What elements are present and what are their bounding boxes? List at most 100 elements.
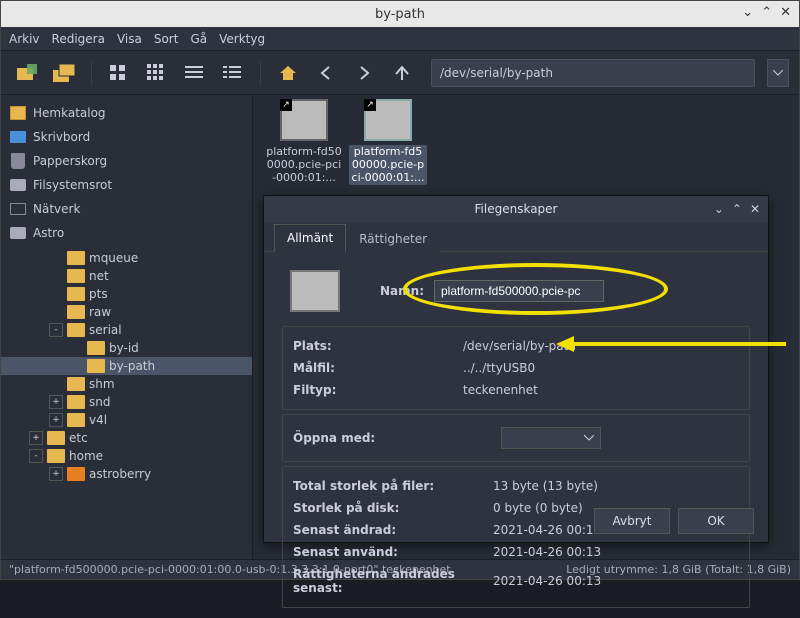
dialog-close-icon[interactable]: ✕ <box>750 202 760 216</box>
menu-verktyg[interactable]: Verktyg <box>219 32 265 46</box>
place-hemkatalog[interactable]: Hemkatalog <box>1 101 252 125</box>
prop-value: teckenenhet <box>463 383 739 397</box>
prop-key: Målfil: <box>293 361 463 375</box>
tree-item-raw[interactable]: raw <box>1 303 252 321</box>
open-with-label: Öppna med: <box>293 431 463 445</box>
close-icon[interactable]: ✕ <box>780 5 791 20</box>
tree-item-mqueue[interactable]: mqueue <box>1 249 252 267</box>
tree-label: shm <box>89 377 115 391</box>
tree-item-by-path[interactable]: by-path <box>1 357 252 375</box>
place-filsystemsrot[interactable]: Filsystemsrot <box>1 173 252 197</box>
view-detail-button[interactable] <box>218 58 248 88</box>
expander-icon[interactable]: - <box>29 449 43 463</box>
path-history-dropdown[interactable] <box>767 59 789 87</box>
tree-item-astroberry[interactable]: +astroberry <box>1 465 252 483</box>
folder-icon <box>87 359 105 373</box>
file-tile[interactable]: ↗ platform-fd500000.pcie-pci-0000:01:... <box>265 99 343 185</box>
tree-item-serial[interactable]: - serial <box>1 321 252 339</box>
tree-label: by-path <box>109 359 155 373</box>
place-label: Hemkatalog <box>33 106 106 120</box>
tree-item-pts[interactable]: pts <box>1 285 252 303</box>
ok-button[interactable]: OK <box>678 508 754 534</box>
tree-item-net[interactable]: net <box>1 267 252 285</box>
tree-label: snd <box>89 395 110 409</box>
dialog-minimize-icon[interactable]: ⌄ <box>714 202 724 216</box>
path-input[interactable]: /dev/serial/by-path <box>431 59 755 87</box>
expander-icon[interactable]: + <box>49 467 63 481</box>
tree-label: net <box>89 269 109 283</box>
dialog-title: Filegenskaper <box>475 202 558 216</box>
toolbar: /dev/serial/by-path <box>1 51 799 95</box>
tree-label: mqueue <box>89 251 138 265</box>
symlink-badge-icon: ↗ <box>280 99 292 111</box>
disk-icon <box>9 176 27 194</box>
place-skrivbord[interactable]: Skrivbord <box>1 125 252 149</box>
tree-item-etc[interactable]: + etc <box>1 429 252 447</box>
tree-label: home <box>69 449 103 463</box>
tab-general[interactable]: Allmänt <box>274 224 346 252</box>
view-icons-button[interactable] <box>104 58 134 88</box>
prop-key: Senast använd: <box>293 545 493 559</box>
expander-icon[interactable]: - <box>49 323 63 337</box>
place-papperskorg[interactable]: Papperskorg <box>1 149 252 173</box>
file-name-label: platform-fd500000.pcie-pci-0000:01:... <box>265 145 343 185</box>
dialog-maximize-icon[interactable]: ⌃ <box>732 202 742 216</box>
window-title: by-path <box>375 7 425 22</box>
prop-key: Total storlek på filer: <box>293 479 493 493</box>
folder-icon <box>67 413 85 427</box>
place-astro[interactable]: Astro <box>1 221 252 245</box>
back-button[interactable] <box>311 58 341 88</box>
expander-icon[interactable]: + <box>29 431 43 445</box>
file-thumb-icon <box>290 270 340 312</box>
prop-value: /dev/serial/by-path <box>463 339 739 353</box>
cancel-button[interactable]: Avbryt <box>594 508 670 534</box>
menu-ga[interactable]: Gå <box>190 32 207 46</box>
tree-item-shm[interactable]: shm <box>1 375 252 393</box>
tree-item-v4l[interactable]: +v4l <box>1 411 252 429</box>
file-tile[interactable]: ↗platform-fd500000.pcie-pci-0000:01:... <box>349 99 427 185</box>
props-box-openwith: Öppna med: <box>282 414 750 462</box>
tree-item-by-id[interactable]: by-id <box>1 339 252 357</box>
home-button[interactable] <box>273 58 303 88</box>
menu-redigera[interactable]: Redigera <box>52 32 105 46</box>
folder-icon <box>47 431 65 445</box>
tree-label: etc <box>69 431 88 445</box>
up-button[interactable] <box>387 58 417 88</box>
tree-item-home[interactable]: - home <box>1 447 252 465</box>
file-name-label: platform-fd500000.pcie-pci-0000:01:... <box>349 145 427 185</box>
network-icon <box>9 200 27 218</box>
new-tab-button[interactable] <box>11 58 41 88</box>
folder-icon <box>67 269 85 283</box>
place-label: Papperskorg <box>33 154 107 168</box>
tree-item-snd[interactable]: + snd <box>1 393 252 411</box>
prop-key: Plats: <box>293 339 463 353</box>
folder-icon <box>67 323 85 337</box>
tree-label: by-id <box>109 341 139 355</box>
expander-icon[interactable]: + <box>49 395 63 409</box>
path-text: /dev/serial/by-path <box>440 66 553 80</box>
tree-label: serial <box>89 323 122 337</box>
forward-button[interactable] <box>349 58 379 88</box>
view-small-icons-button[interactable] <box>142 58 172 88</box>
open-with-select[interactable] <box>501 427 601 449</box>
file-thumb: ↗ <box>364 99 412 141</box>
new-window-button[interactable] <box>49 58 79 88</box>
props-box-location: Plats:/dev/serial/by-pathMålfil:../../tt… <box>282 326 750 410</box>
menu-sort[interactable]: Sort <box>154 32 179 46</box>
menu-arkiv[interactable]: Arkiv <box>9 32 40 46</box>
file-name-input[interactable] <box>434 280 604 302</box>
maximize-icon[interactable]: ⌃ <box>761 5 772 20</box>
prop-value: 2021-04-26 00:13 <box>493 545 739 559</box>
folder-icon <box>67 377 85 391</box>
tree-label: pts <box>89 287 108 301</box>
view-compact-button[interactable] <box>180 58 210 88</box>
place-nätverk[interactable]: Nätverk <box>1 197 252 221</box>
place-label: Skrivbord <box>33 130 90 144</box>
prop-key: Filtyp: <box>293 383 463 397</box>
expander-icon[interactable]: + <box>49 413 63 427</box>
dialog-titlebar[interactable]: Filegenskaper ⌄ ⌃ ✕ <box>264 196 768 222</box>
props-box-sizes: Total storlek på filer:13 byte (13 byte)… <box>282 466 750 608</box>
minimize-icon[interactable]: ⌄ <box>742 5 753 20</box>
tab-permissions[interactable]: Rättigheter <box>346 225 440 252</box>
menu-visa[interactable]: Visa <box>117 32 142 46</box>
